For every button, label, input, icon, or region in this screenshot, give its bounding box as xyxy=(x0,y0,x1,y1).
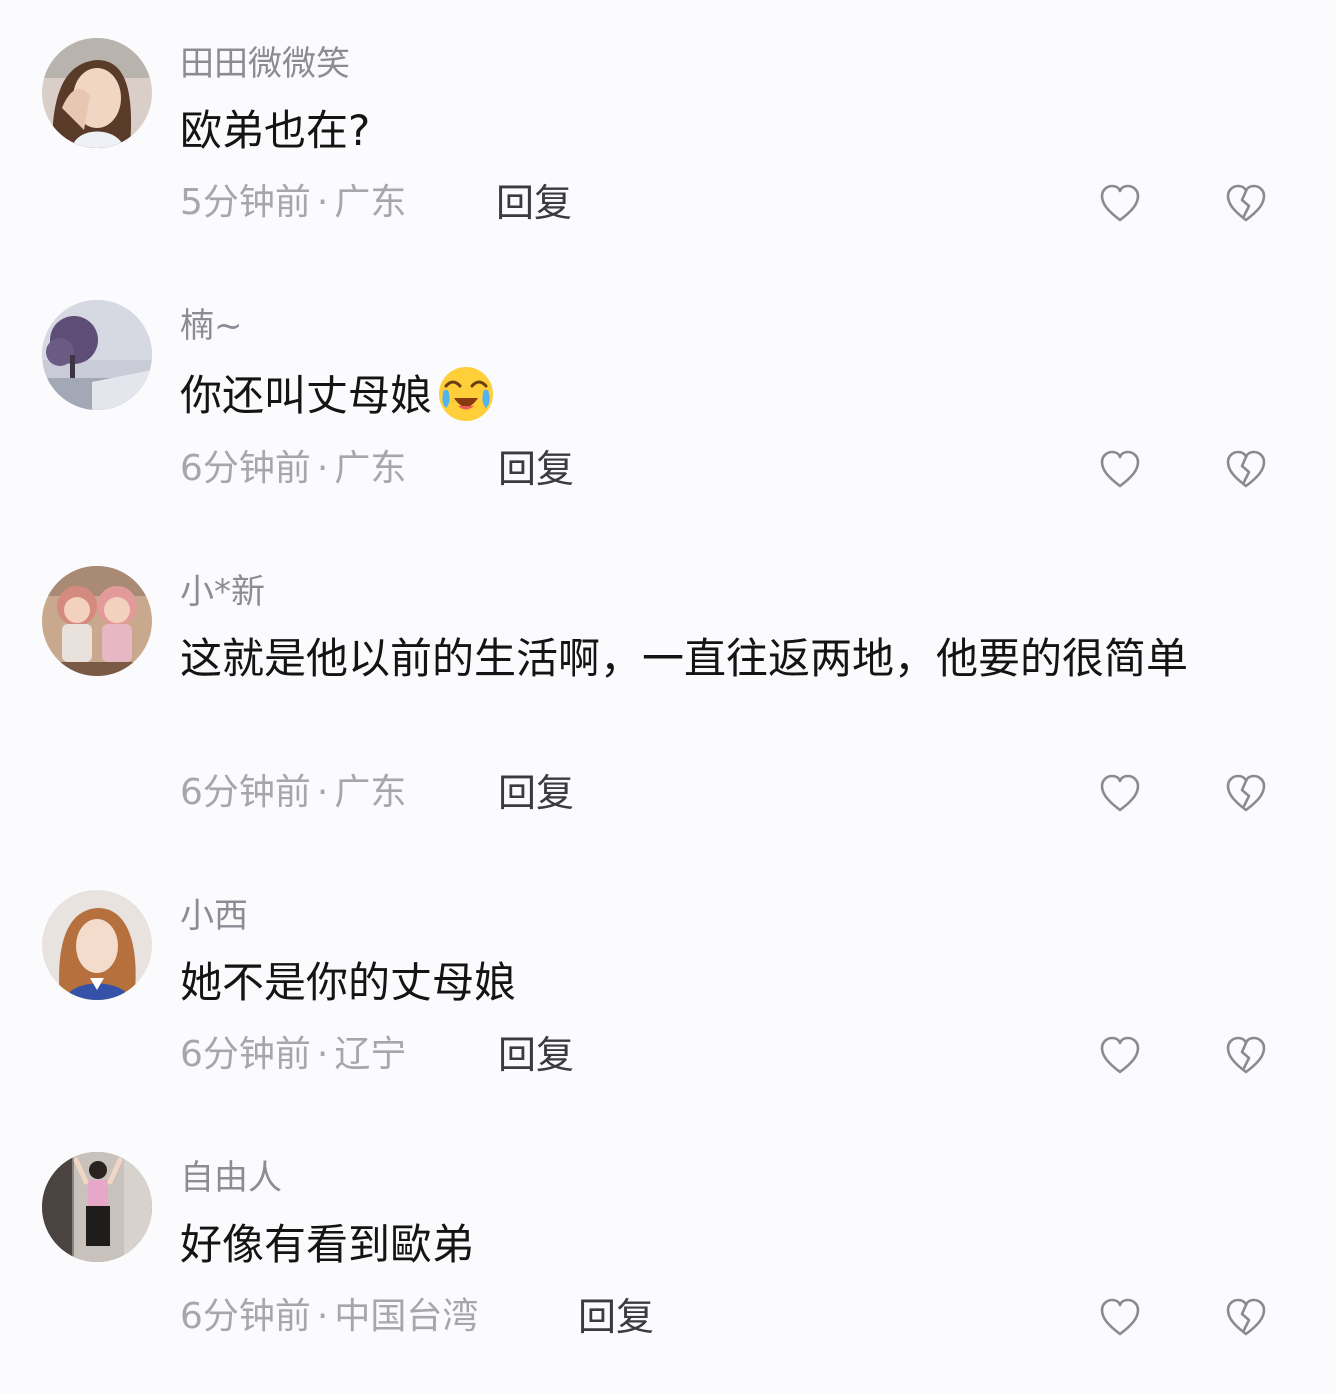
like-button[interactable] xyxy=(1098,448,1142,492)
avatar[interactable] xyxy=(42,890,152,1000)
dislike-button[interactable] xyxy=(1224,772,1268,816)
comment-text: 这就是他以前的生活啊，一直往返两地，他要的很简单 xyxy=(180,630,1270,688)
broken-heart-outline-icon xyxy=(1226,1036,1266,1074)
comment-text-content: 你还叫丈母娘 xyxy=(180,371,433,420)
username[interactable]: 田田微微笑 xyxy=(180,42,350,86)
broken-heart-outline-icon xyxy=(1226,184,1266,222)
dislike-button[interactable] xyxy=(1224,1296,1268,1340)
avatar-woman-portrait-icon xyxy=(42,890,152,1000)
avatar[interactable] xyxy=(42,1152,152,1262)
comment-text-content: 这就是他以前的生活啊，一直往返两地，他要的很简单 xyxy=(180,634,1189,683)
reply-button[interactable]: 回复 xyxy=(578,1292,654,1342)
comment-location: 辽宁 xyxy=(334,1034,407,1075)
meta-separator: · xyxy=(316,1034,329,1075)
comment-text-content: 她不是你的丈母娘 xyxy=(180,958,517,1007)
comment-text: 你还叫丈母娘 xyxy=(180,364,1270,425)
avatar-girl-photo-icon xyxy=(42,38,152,148)
avatar[interactable] xyxy=(42,300,152,410)
reply-button[interactable]: 回复 xyxy=(498,768,574,818)
heart-outline-icon xyxy=(1100,450,1140,488)
like-button[interactable] xyxy=(1098,772,1142,816)
comment-location: 广东 xyxy=(334,448,407,489)
broken-heart-outline-icon xyxy=(1226,450,1266,488)
like-button[interactable] xyxy=(1098,182,1142,226)
meta-separator: · xyxy=(316,182,329,223)
avatar[interactable] xyxy=(42,38,152,148)
heart-outline-icon xyxy=(1100,774,1140,812)
username[interactable]: 小*新 xyxy=(180,570,265,614)
heart-outline-icon xyxy=(1100,1298,1140,1336)
comment-location: 广东 xyxy=(334,182,407,223)
avatar[interactable] xyxy=(42,566,152,676)
comment-text-content: 好像有看到歐弟 xyxy=(180,1220,475,1269)
like-button[interactable] xyxy=(1098,1296,1142,1340)
comment-text: 她不是你的丈母娘 xyxy=(180,954,1270,1012)
comment-time: 5分钟前 xyxy=(180,182,311,223)
laugh-cry-emoji-icon xyxy=(436,364,496,424)
dislike-button[interactable] xyxy=(1224,1034,1268,1078)
heart-outline-icon xyxy=(1100,184,1140,222)
meta-separator: · xyxy=(316,772,329,813)
comment-text: 欧弟也在? xyxy=(180,102,1270,160)
comment-location: 广东 xyxy=(334,772,407,813)
like-button[interactable] xyxy=(1098,1034,1142,1078)
broken-heart-outline-icon xyxy=(1226,1298,1266,1336)
reply-button[interactable]: 回复 xyxy=(496,178,572,228)
comment-time: 6分钟前 xyxy=(180,448,311,489)
comment-list: 田田微微笑 欧弟也在? 5分钟前 · 广东 回复 楠~ 你还叫丈母娘 6分钟前 … xyxy=(0,0,1336,1394)
comment-location: 中国台湾 xyxy=(334,1296,479,1337)
avatar-cartoon-dolls-icon xyxy=(42,566,152,676)
username[interactable]: 楠~ xyxy=(180,304,243,348)
heart-outline-icon xyxy=(1100,1036,1140,1074)
comment-text-content: 欧弟也在? xyxy=(180,106,371,155)
reply-button[interactable]: 回复 xyxy=(498,1030,574,1080)
dislike-button[interactable] xyxy=(1224,182,1268,226)
meta-separator: · xyxy=(316,1296,329,1337)
broken-heart-outline-icon xyxy=(1226,774,1266,812)
comment-time: 6分钟前 xyxy=(180,1034,311,1075)
reply-button[interactable]: 回复 xyxy=(498,444,574,494)
comment-text: 好像有看到歐弟 xyxy=(180,1216,1270,1274)
comment-time: 6分钟前 xyxy=(180,1296,311,1337)
avatar-person-mirror-icon xyxy=(42,1152,152,1262)
username[interactable]: 自由人 xyxy=(180,1156,282,1200)
avatar-tree-landscape-icon xyxy=(42,300,152,410)
meta-separator: · xyxy=(316,448,329,489)
dislike-button[interactable] xyxy=(1224,448,1268,492)
username[interactable]: 小西 xyxy=(180,894,248,938)
comment-time: 6分钟前 xyxy=(180,772,311,813)
